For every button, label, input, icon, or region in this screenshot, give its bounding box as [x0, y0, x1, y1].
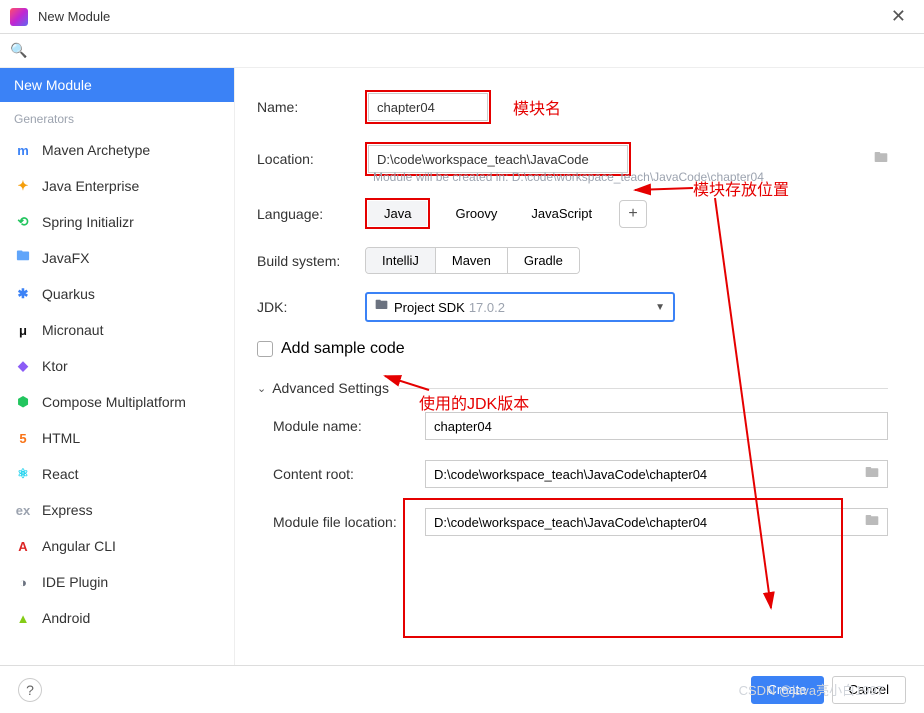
sidebar-item-html[interactable]: 5 HTML: [0, 420, 234, 456]
build-label: Build system:: [257, 253, 365, 269]
sidebar-item-label: IDE Plugin: [42, 574, 108, 590]
build-intellij[interactable]: IntelliJ: [366, 248, 436, 273]
chevron-down-icon: ⌄: [257, 382, 266, 395]
jdk-dropdown[interactable]: 🖿 Project SDK 17.0.2 ▼: [365, 292, 675, 322]
jdk-version: 17.0.2: [469, 300, 505, 315]
sidebar-item-quarkus[interactable]: ✱ Quarkus: [0, 276, 234, 312]
generator-icon: ⚛: [14, 465, 32, 483]
browse-icon[interactable]: 🖿: [865, 510, 879, 534]
sidebar-item-label: Android: [42, 610, 90, 626]
sidebar-item-label: Ktor: [42, 358, 68, 374]
sidebar-item-maven-archetype[interactable]: m Maven Archetype: [0, 132, 234, 168]
help-button[interactable]: ?: [18, 678, 42, 702]
content-root-label: Content root:: [273, 466, 425, 482]
sidebar-item-label: Express: [42, 502, 93, 518]
sidebar-item-label: Java Enterprise: [42, 178, 139, 194]
location-input[interactable]: [368, 145, 628, 173]
generator-icon: ex: [14, 501, 32, 519]
module-name-input[interactable]: chapter04: [425, 412, 888, 440]
search-icon: 🔍: [10, 42, 27, 59]
search-bar: 🔍: [0, 34, 924, 68]
name-label: Name:: [257, 99, 365, 115]
folder-icon: 🖿: [375, 296, 388, 318]
browse-icon[interactable]: 🖿: [874, 147, 888, 171]
language-groovy[interactable]: Groovy: [438, 200, 514, 227]
app-icon: [10, 8, 28, 26]
add-language-button[interactable]: +: [619, 200, 647, 228]
sidebar-item-label: New Module: [14, 77, 92, 93]
sidebar-item-android[interactable]: ▲ Android: [0, 600, 234, 636]
jdk-label: JDK:: [257, 299, 365, 315]
build-system-group: IntelliJ Maven Gradle: [365, 247, 580, 274]
module-file-input[interactable]: D:\code\workspace_teach\JavaCode\chapter…: [425, 508, 888, 536]
sidebar-item-angular-cli[interactable]: A Angular CLI: [0, 528, 234, 564]
sidebar-item-label: Spring Initializr: [42, 214, 134, 230]
sidebar-item-label: HTML: [42, 430, 80, 446]
sidebar-item-label: Micronaut: [42, 322, 103, 338]
titlebar: New Module ✕: [0, 0, 924, 34]
generator-icon: ✦: [14, 177, 32, 195]
location-note: Module will be created in: D:\code\works…: [373, 170, 888, 184]
language-javascript[interactable]: JavaScript: [514, 200, 609, 227]
sample-code-checkbox[interactable]: [257, 341, 273, 357]
main-panel: Name: 模块名 Location: 🖿 Module will be cre…: [235, 68, 924, 672]
search-input[interactable]: [33, 43, 914, 58]
generator-icon: ✱: [14, 285, 32, 303]
sidebar: New Module Generators m Maven Archetype ✦ J…: [0, 68, 235, 672]
content-root-input[interactable]: D:\code\workspace_teach\JavaCode\chapter…: [425, 460, 888, 488]
sidebar-item-label: React: [42, 466, 79, 482]
sample-code-label: Add sample code: [281, 340, 405, 358]
sidebar-item-label: Angular CLI: [42, 538, 116, 554]
chevron-down-icon: ▼: [655, 302, 665, 313]
advanced-settings-header[interactable]: ⌄ Advanced Settings: [257, 380, 888, 396]
build-gradle[interactable]: Gradle: [508, 248, 579, 273]
sidebar-item-react[interactable]: ⚛ React: [0, 456, 234, 492]
generators-header: Generators: [0, 102, 234, 132]
watermark: CSDN @java亮小白1997: [739, 680, 884, 699]
sidebar-item-label: Maven Archetype: [42, 142, 150, 158]
browse-icon[interactable]: 🖿: [865, 462, 879, 486]
language-java[interactable]: Java: [368, 201, 427, 226]
generator-icon: μ: [14, 321, 32, 339]
sidebar-item-java-enterprise[interactable]: ✦ Java Enterprise: [0, 168, 234, 204]
advanced-settings-label: Advanced Settings: [272, 380, 389, 396]
sidebar-item-label: JavaFX: [42, 250, 89, 266]
sidebar-item-ktor[interactable]: ◆ Ktor: [0, 348, 234, 384]
sidebar-item-label: Quarkus: [42, 286, 95, 302]
window-title: New Module: [38, 9, 883, 24]
generator-icon: m: [14, 141, 32, 159]
generator-icon: A: [14, 537, 32, 555]
build-maven[interactable]: Maven: [436, 248, 508, 273]
close-icon[interactable]: ✕: [883, 6, 914, 27]
generator-icon: ⟲: [14, 213, 32, 231]
sidebar-item-express[interactable]: ex Express: [0, 492, 234, 528]
sidebar-item-javafx[interactable]: 🖿 JavaFX: [0, 240, 234, 276]
location-label: Location:: [257, 151, 365, 167]
annotation-module-name: 模块名: [513, 95, 561, 119]
sidebar-item-new-module[interactable]: New Module: [0, 68, 234, 102]
divider: [399, 388, 888, 389]
generator-icon: 5: [14, 429, 32, 447]
sidebar-item-label: Compose Multiplatform: [42, 394, 186, 410]
sidebar-item-spring-initializr[interactable]: ⟲ Spring Initializr: [0, 204, 234, 240]
generator-icon: 🖿: [14, 249, 32, 267]
module-file-label: Module file location:: [273, 514, 425, 530]
sidebar-item-compose-multiplatform[interactable]: ⬢ Compose Multiplatform: [0, 384, 234, 420]
jdk-value: Project SDK: [394, 300, 465, 315]
language-label: Language:: [257, 206, 365, 222]
generator-icon: ▲: [14, 609, 32, 627]
generator-icon: ◑: [14, 573, 32, 591]
generator-icon: ◆: [14, 357, 32, 375]
name-input[interactable]: [368, 93, 488, 121]
generator-icon: ⬢: [14, 393, 32, 411]
sidebar-item-micronaut[interactable]: μ Micronaut: [0, 312, 234, 348]
sidebar-item-ide-plugin[interactable]: ◑ IDE Plugin: [0, 564, 234, 600]
module-name-label: Module name:: [273, 418, 425, 434]
